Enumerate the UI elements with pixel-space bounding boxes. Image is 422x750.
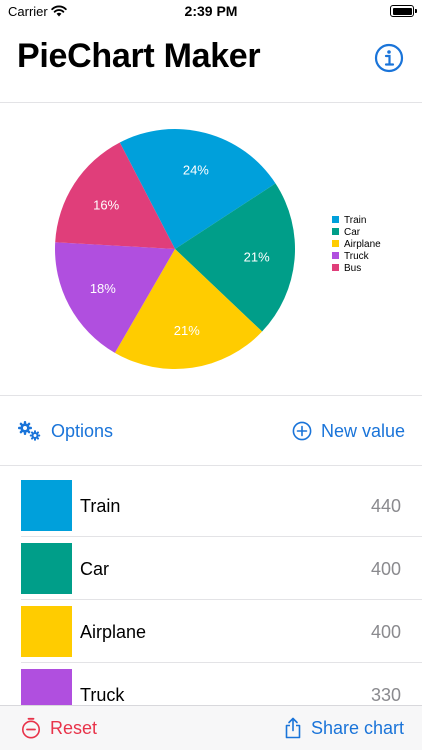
options-button[interactable]: Options <box>17 418 113 444</box>
row-label: Train <box>80 496 121 516</box>
row-label: Airplane <box>80 622 147 642</box>
legend-swatch-train <box>332 216 339 223</box>
legend-label-train: Train <box>344 215 366 226</box>
legend-swatch-bus <box>332 264 339 271</box>
header-divider <box>0 102 422 103</box>
info-button[interactable] <box>374 43 404 73</box>
legend-swatch-car <box>332 228 339 235</box>
info-circle-icon <box>374 43 404 73</box>
new-value-label: New value <box>320 420 405 441</box>
chart-divider <box>0 395 422 396</box>
options-label: Options <box>51 420 114 441</box>
share-chart-label: Share chart <box>310 717 404 738</box>
list-row-car[interactable]: Car 400 <box>0 537 422 600</box>
legend-label-car: Car <box>344 227 361 238</box>
color-swatch[interactable] <box>21 669 72 706</box>
color-swatch[interactable] <box>21 480 72 531</box>
status-time: 2:39 PM <box>184 3 238 19</box>
value-list: Train 440 Car 400 Airplane 400 Truck 330 <box>0 474 422 706</box>
legend-label-bus: Bus <box>344 263 361 274</box>
list-row-train[interactable]: Train 440 <box>0 474 422 537</box>
legend-label-airplane: Airplane <box>344 239 381 250</box>
legend-swatch-airplane <box>332 240 339 247</box>
share-icon <box>285 717 301 739</box>
plus-circle-icon <box>292 421 312 441</box>
list-row-truck[interactable]: Truck 330 <box>0 663 422 706</box>
row-label: Car <box>80 559 110 579</box>
gears-icon <box>18 421 41 441</box>
new-value-button[interactable]: New value <box>292 418 405 444</box>
pie-label-airplane: 21% <box>174 323 200 338</box>
pie-label-bus: 16% <box>93 197 119 212</box>
bottom-toolbar: Reset Share chart <box>0 705 422 750</box>
share-chart-button[interactable]: Share chart <box>284 717 404 739</box>
status-bar: Carrier 2:39 PM <box>0 0 422 24</box>
row-value: 400 <box>370 622 401 642</box>
reset-label: Reset <box>50 717 98 738</box>
color-swatch[interactable] <box>21 606 72 657</box>
row-value: 400 <box>370 559 401 579</box>
controls-divider <box>0 465 422 466</box>
row-label: Truck <box>80 685 125 705</box>
row-value: 330 <box>370 685 401 705</box>
reset-button[interactable]: Reset <box>21 717 97 739</box>
color-swatch[interactable] <box>21 543 72 594</box>
pie-label-train: 24% <box>183 163 209 178</box>
page-title: PieChart Maker <box>17 37 261 75</box>
legend-label-truck: Truck <box>344 251 370 262</box>
battery-icon <box>390 5 417 17</box>
pie-label-truck: 18% <box>90 281 116 296</box>
list-row-airplane[interactable]: Airplane 400 <box>0 600 422 663</box>
pie-label-car: 21% <box>244 249 270 264</box>
legend-swatch-truck <box>332 252 339 259</box>
minus-timer-icon <box>22 717 40 739</box>
row-value: 440 <box>370 496 401 516</box>
pie-chart: 24% 21% 21% 18% 16% TrainCarAirplaneTruckBus <box>55 129 381 370</box>
